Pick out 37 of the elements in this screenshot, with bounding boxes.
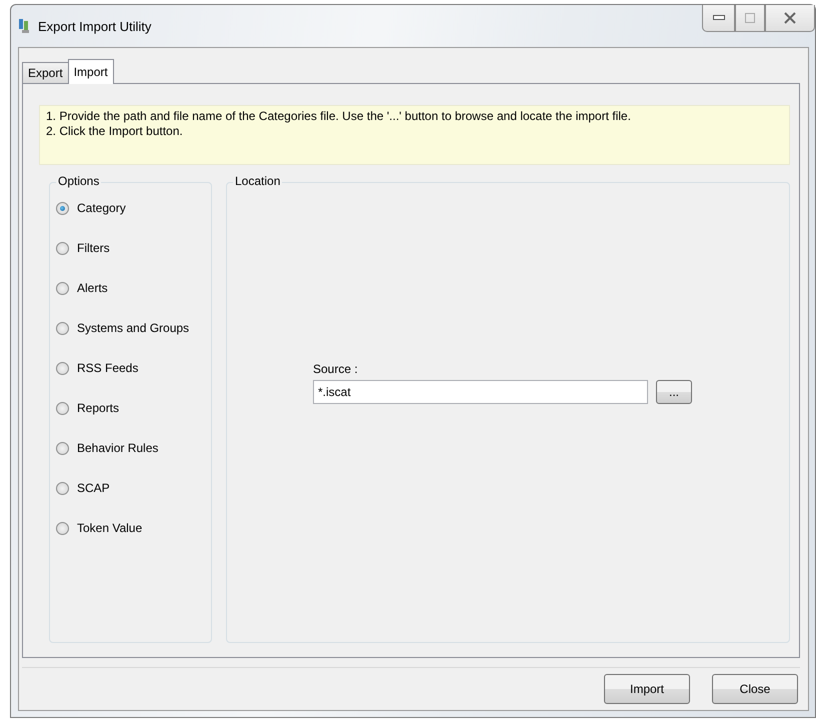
source-field[interactable]: *.iscat <box>313 380 648 404</box>
window-title: Export Import Utility <box>38 18 152 34</box>
minimize-icon <box>712 15 724 21</box>
radio-button[interactable] <box>56 402 69 414</box>
browse-button[interactable]: ... <box>656 380 692 404</box>
close-icon <box>784 12 796 24</box>
radio-label: Behavior Rules <box>77 441 158 455</box>
radio-label: Alerts <box>77 281 108 295</box>
source-label: Source : <box>313 362 359 376</box>
radio-button[interactable] <box>56 242 69 254</box>
radio-label: Systems and Groups <box>77 321 190 335</box>
radio-label: Reports <box>77 401 120 415</box>
radio-button[interactable] <box>56 522 69 534</box>
radio-button[interactable] <box>56 362 69 374</box>
dialog-button[interactable]: Close <box>712 674 798 704</box>
radio-label: SCAP <box>77 481 110 495</box>
instruction-text: 2. Click the Import button. <box>46 124 184 139</box>
maximize-button[interactable] <box>735 5 765 32</box>
radio-button[interactable] <box>56 482 69 494</box>
tab[interactable]: Import <box>68 59 114 84</box>
maximize-icon <box>745 13 755 23</box>
radio-label: RSS Feeds <box>77 361 138 375</box>
minimize-button[interactable] <box>702 5 735 32</box>
radio-label: Category <box>77 201 126 215</box>
radio-button[interactable] <box>56 322 69 334</box>
close-button[interactable] <box>765 5 815 32</box>
radio-button[interactable] <box>56 202 69 214</box>
app-icon <box>18 18 32 34</box>
radio-button[interactable] <box>56 442 69 454</box>
group-title: Options <box>56 174 102 188</box>
radio-label: Token Value <box>77 521 142 535</box>
radio-label: Filters <box>77 241 110 255</box>
tab[interactable]: Export <box>22 62 69 83</box>
dialog-button[interactable]: Import <box>604 674 690 704</box>
radio-button[interactable] <box>56 282 69 294</box>
group-title: Location <box>233 174 282 188</box>
instruction-text: 1. Provide the path and file name of the Categories file. Use the '...' button to browse and locate the import file. <box>46 109 632 124</box>
